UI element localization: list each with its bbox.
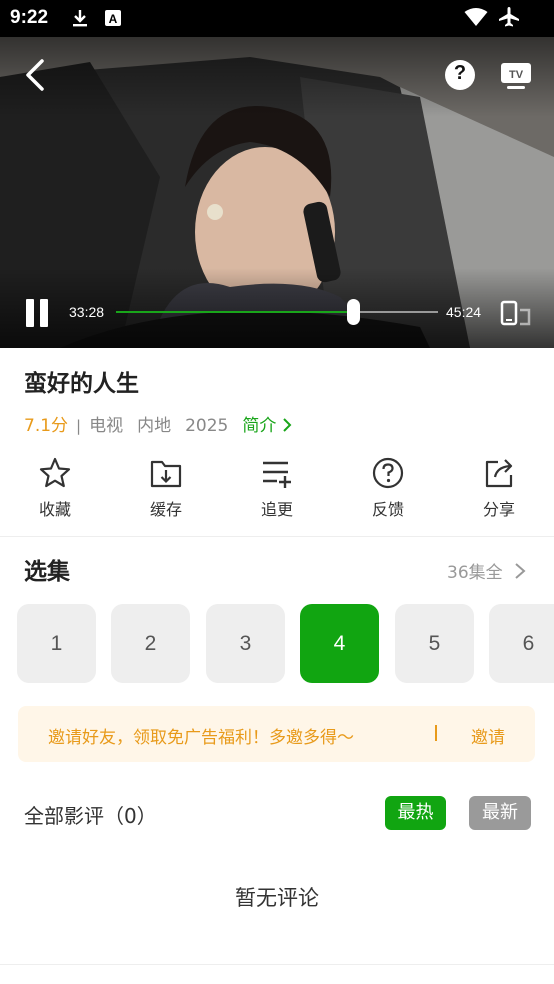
share-button[interactable]: 分享 xyxy=(459,456,539,526)
action-row: 收藏 缓存 追更 反馈 分享 xyxy=(0,456,554,526)
feedback-button[interactable]: 反馈 xyxy=(348,456,428,526)
star-icon xyxy=(39,457,71,488)
intro-link[interactable]: 简介 xyxy=(242,416,292,436)
episode-item[interactable]: 6 xyxy=(489,604,554,683)
feedback-label: 反馈 xyxy=(371,500,404,519)
episode-item[interactable]: 5 xyxy=(395,604,474,683)
banner-divider xyxy=(435,725,437,741)
divider xyxy=(0,536,554,537)
help-button[interactable]: ? xyxy=(445,60,475,90)
empty-comments-text: 暂无评论 xyxy=(235,886,319,910)
comments-title: 全部影评（0） xyxy=(24,804,157,828)
wifi-icon xyxy=(464,8,488,26)
svg-text:TV: TV xyxy=(509,69,524,81)
show-title: 蛮好的人生 xyxy=(24,371,139,397)
intro-label: 简介 xyxy=(242,416,277,436)
sort-new-button[interactable]: 最新 xyxy=(469,796,531,830)
pause-icon xyxy=(26,299,34,327)
back-arrow-icon[interactable] xyxy=(20,57,50,93)
favorite-label: 收藏 xyxy=(38,500,71,519)
chevron-right-icon xyxy=(283,418,292,432)
follow-updates-label: 追更 xyxy=(260,500,293,519)
seek-bar[interactable] xyxy=(116,299,438,325)
share-icon xyxy=(485,459,513,488)
meta-separator: | xyxy=(76,417,82,435)
status-bar: 9:22 A xyxy=(0,0,554,37)
show-region: 内地 xyxy=(137,416,172,436)
episode-item[interactable]: 1 xyxy=(17,604,96,683)
status-time: 9:22 xyxy=(10,7,49,28)
chevron-right-icon xyxy=(515,563,526,579)
share-label: 分享 xyxy=(482,500,515,519)
seek-handle[interactable] xyxy=(347,299,361,325)
show-category: 电视 xyxy=(89,416,124,436)
divider xyxy=(0,964,554,965)
invite-banner[interactable]: 邀请好友，领取免广告福利！多邀多得～ 邀请 xyxy=(18,706,535,762)
keyboard-a-icon: A xyxy=(105,10,121,26)
follow-updates-button[interactable]: 追更 xyxy=(237,456,317,526)
help-circle-icon xyxy=(372,457,404,489)
pause-button[interactable] xyxy=(26,299,52,327)
seek-progress xyxy=(116,311,354,313)
rating-score: 7.1分 xyxy=(24,416,69,436)
episode-item[interactable]: 2 xyxy=(111,604,190,683)
all-episodes-link[interactable]: 36集全 xyxy=(447,558,526,583)
download-icon xyxy=(73,10,87,27)
episode-count: 36集全 xyxy=(447,563,503,583)
playlist-add-icon xyxy=(263,461,291,488)
invite-text: 邀请好友，领取免广告福利！多邀多得～ xyxy=(48,728,354,748)
download-folder-icon xyxy=(150,460,182,488)
favorite-button[interactable]: 收藏 xyxy=(15,456,95,526)
episode-item[interactable]: 3 xyxy=(206,604,285,683)
svg-text:A: A xyxy=(109,12,118,26)
cache-button[interactable]: 缓存 xyxy=(126,456,206,526)
total-time: 45:24 xyxy=(446,304,482,320)
show-year: 2025 xyxy=(185,416,229,436)
episode-list: 1 2 3 4 5 6 xyxy=(0,604,554,683)
tv-cast-icon[interactable]: TV xyxy=(500,60,532,90)
episodes-title: 选集 xyxy=(24,559,70,585)
current-time: 33:28 xyxy=(69,304,105,320)
fullscreen-rotate-icon[interactable] xyxy=(500,300,532,326)
sort-hot-button[interactable]: 最热 xyxy=(385,796,446,830)
video-player[interactable]: ? TV 33:28 45:24 xyxy=(0,37,554,348)
episode-item-selected[interactable]: 4 xyxy=(300,604,379,683)
airplane-mode-icon xyxy=(499,7,519,27)
cache-label: 缓存 xyxy=(149,500,182,519)
help-icon: ? xyxy=(453,62,467,84)
show-meta: 7.1分 | 电视 内地 2025 简介 xyxy=(24,411,292,436)
invite-button[interactable]: 邀请 xyxy=(471,723,505,748)
